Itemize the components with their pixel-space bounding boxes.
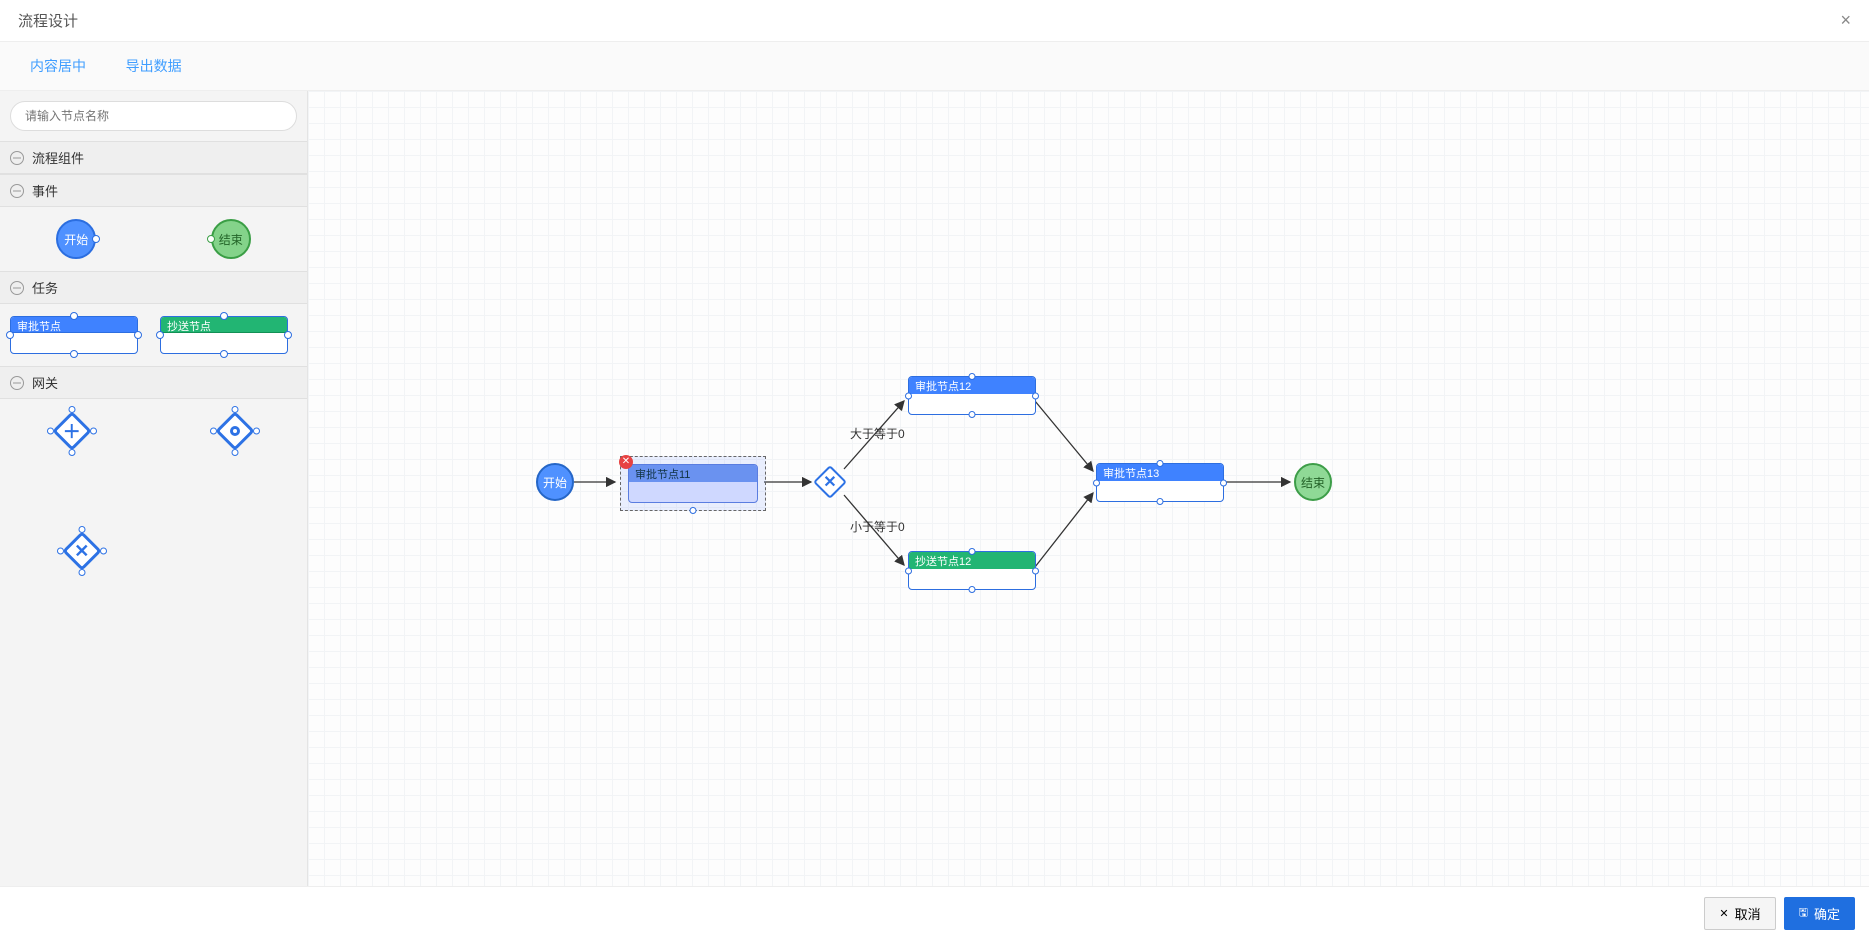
- x-icon: ✕: [74, 541, 89, 562]
- tab-center-content[interactable]: 内容居中: [12, 48, 104, 84]
- node-approve-13[interactable]: 审批节点13: [1096, 463, 1224, 502]
- port-icon: [70, 312, 78, 320]
- port-icon: [220, 350, 228, 358]
- port-icon: [134, 331, 142, 339]
- node-start[interactable]: 开始: [536, 463, 574, 501]
- node-approve-11[interactable]: ✕ 审批节点11: [620, 456, 766, 511]
- search-container: [0, 91, 307, 141]
- tab-export-data[interactable]: 导出数据: [108, 48, 200, 84]
- tab-bar: 内容居中 导出数据: [0, 42, 1869, 91]
- palette-parallel-gateway[interactable]: ＋: [52, 411, 92, 451]
- port-icon: [92, 235, 100, 243]
- dialog-footer: ✕ 取消 🖫 确定: [0, 886, 1869, 940]
- port-icon: [220, 312, 228, 320]
- dialog-header: 流程设计 ×: [0, 0, 1869, 42]
- confirm-button[interactable]: 🖫 确定: [1784, 897, 1855, 930]
- section-events-title: 事件: [32, 181, 58, 200]
- plus-icon: ＋: [63, 418, 81, 444]
- palette-start-event[interactable]: 开始: [56, 219, 96, 259]
- collapse-icon: [10, 151, 24, 165]
- save-icon: 🖫: [1799, 904, 1808, 923]
- palette-sidebar: 流程组件 事件 开始 结束 任务: [0, 91, 308, 886]
- collapse-icon: [10, 281, 24, 295]
- cancel-button[interactable]: ✕ 取消: [1704, 897, 1775, 930]
- edge-label-ge0[interactable]: 大于等于0: [850, 425, 905, 442]
- collapse-icon: [10, 184, 24, 198]
- section-events-body: 开始 结束: [0, 207, 307, 271]
- palette-end-event[interactable]: 结束: [211, 219, 251, 259]
- close-icon[interactable]: ×: [1840, 10, 1851, 31]
- section-events[interactable]: 事件: [0, 174, 307, 207]
- section-tasks-body: 审批节点 抄送节点: [0, 304, 307, 366]
- section-gateways[interactable]: 网关: [0, 366, 307, 399]
- section-tasks[interactable]: 任务: [0, 271, 307, 304]
- port-icon: [6, 331, 14, 339]
- palette-approve-task[interactable]: 审批节点: [10, 316, 138, 354]
- close-icon: ✕: [1719, 907, 1728, 920]
- node-exclusive-gateway[interactable]: ✕: [813, 465, 847, 499]
- edge-label-le0[interactable]: 小于等于0: [850, 518, 905, 535]
- section-gateways-body: ＋ ✕: [0, 399, 307, 583]
- node-approve-12[interactable]: 审批节点12: [908, 376, 1036, 415]
- palette-copy-task[interactable]: 抄送节点: [160, 316, 288, 354]
- section-components-title: 流程组件: [32, 148, 84, 167]
- port-icon: [156, 331, 164, 339]
- palette-inclusive-gateway[interactable]: [215, 411, 255, 451]
- flow-canvas[interactable]: 开始 ✕ 审批节点11 ✕ 大于等于0 小于等于0 审批节点12 抄送节点12: [308, 91, 1869, 886]
- error-badge-icon: ✕: [619, 455, 633, 469]
- section-tasks-title: 任务: [32, 278, 58, 297]
- dialog-title: 流程设计: [18, 10, 78, 31]
- section-components[interactable]: 流程组件: [0, 141, 307, 174]
- port-icon: [284, 331, 292, 339]
- port-icon: [70, 350, 78, 358]
- node-search-input[interactable]: [10, 101, 297, 131]
- collapse-icon: [10, 376, 24, 390]
- node-copy-12[interactable]: 抄送节点12: [908, 551, 1036, 590]
- port-icon: [207, 235, 215, 243]
- x-icon: ✕: [823, 472, 836, 492]
- node-end[interactable]: 结束: [1294, 463, 1332, 501]
- palette-exclusive-gateway[interactable]: ✕: [62, 531, 102, 571]
- section-gateways-title: 网关: [32, 373, 58, 392]
